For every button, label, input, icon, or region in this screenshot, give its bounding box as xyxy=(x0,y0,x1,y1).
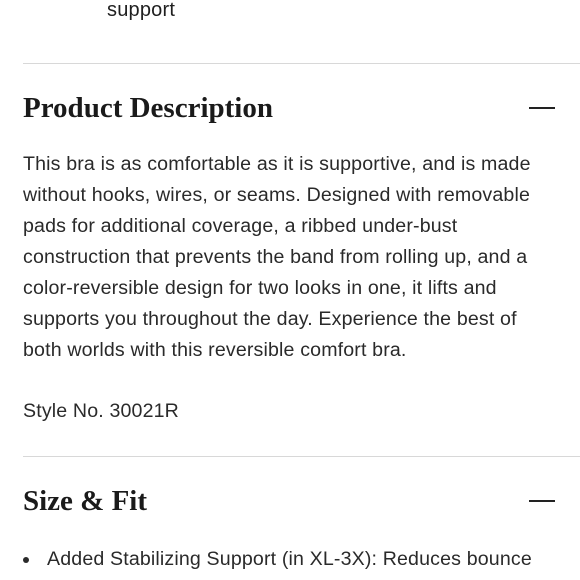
description-line: color-reversible design for two looks in… xyxy=(23,277,497,299)
bullet-icon xyxy=(23,557,29,563)
bra-outline-icon xyxy=(22,0,84,12)
feature-label: support xyxy=(107,0,176,21)
feature-support: support xyxy=(0,0,580,40)
product-description-body: This bra is as comfortable as it is supp… xyxy=(23,149,568,366)
divider xyxy=(23,63,580,64)
size-fit-header[interactable]: Size & Fit xyxy=(0,481,580,531)
product-description-title: Product Description xyxy=(23,92,273,124)
description-line: both worlds with this reversible comfort… xyxy=(23,339,407,361)
description-line: without hooks, wires, or seams. Designed… xyxy=(23,184,531,206)
description-line: construction that prevents the band from… xyxy=(23,246,528,268)
bullet-text: Added Stabilizing Support (in XL-3X): Re… xyxy=(47,548,532,570)
size-fit-title: Size & Fit xyxy=(23,485,148,517)
divider xyxy=(23,456,580,457)
description-line: This bra is as comfortable as it is supp… xyxy=(23,153,531,175)
size-fit-list: Added Stabilizing Support (in XL-3X): Re… xyxy=(23,544,580,574)
description-line: pads for additional coverage, a ribbed u… xyxy=(23,215,458,237)
minus-icon[interactable] xyxy=(529,481,557,521)
minus-icon[interactable] xyxy=(529,88,557,128)
style-number: Style No. 30021R xyxy=(23,400,179,422)
product-description-header[interactable]: Product Description xyxy=(0,88,580,138)
description-line: supports you throughout the day. Experie… xyxy=(23,308,517,330)
list-item: Added Stabilizing Support (in XL-3X): Re… xyxy=(23,544,580,574)
